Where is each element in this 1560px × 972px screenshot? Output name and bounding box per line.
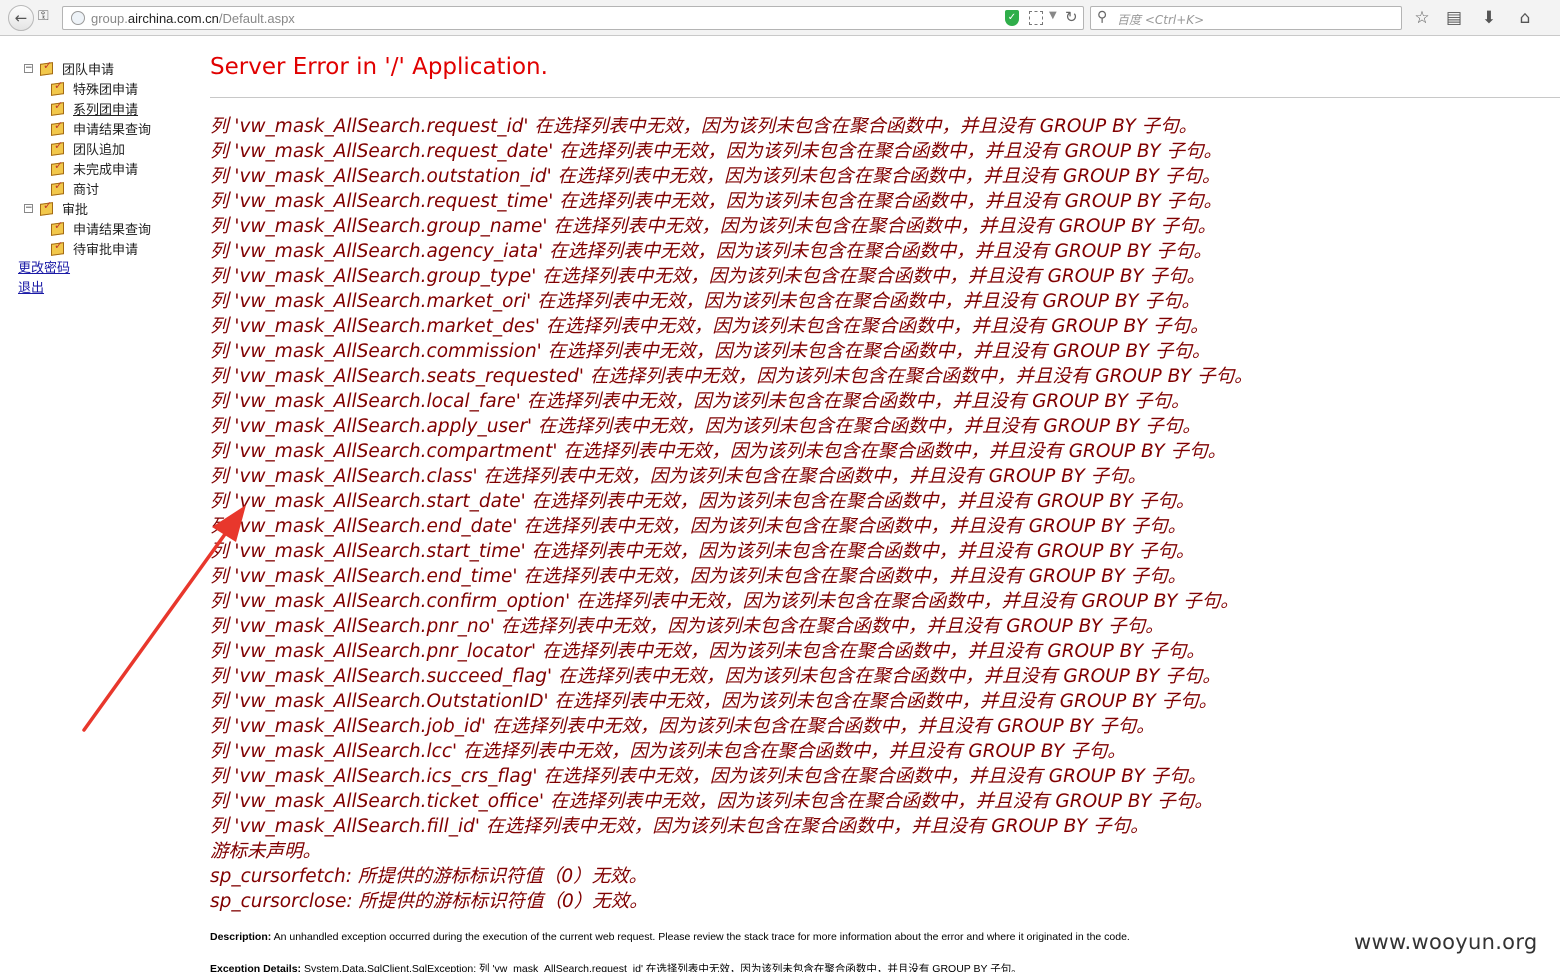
globe-icon <box>71 11 85 25</box>
error-line: 列 'vw_mask_AllSearch.end_date' 在选择列表中无效，… <box>210 516 1187 537</box>
error-line: 列 'vw_mask_AllSearch.group_type' 在选择列表中无… <box>210 266 1205 287</box>
error-line: 列 'vw_mask_AllSearch.market_des' 在选择列表中无… <box>210 316 1209 337</box>
chevron-down-icon[interactable]: ▼ <box>1049 10 1057 21</box>
qr-code-icon[interactable] <box>1029 11 1043 25</box>
browser-toolbar: ← ⚿ group.airchina.com.cn/Default.aspx ✓… <box>0 0 1560 36</box>
tree-item-label[interactable]: 申请结果查询 <box>73 219 151 238</box>
watermark: www.wooyun.org <box>1354 930 1538 954</box>
tree-item[interactable]: ✓ 申请结果查询 <box>50 218 151 238</box>
error-line: sp_cursorfetch: 所提供的游标标识符值（0）无效。 <box>210 866 648 887</box>
search-icon: ⚲ <box>1097 9 1108 25</box>
tree-item-label[interactable]: 团队追加 <box>73 139 125 158</box>
gift-box-icon: ✓ <box>50 219 67 236</box>
star-icon[interactable]: ☆ <box>1410 6 1434 30</box>
error-line: 列 'vw_mask_AllSearch.job_id' 在选择列表中无效，因为… <box>210 716 1155 737</box>
home-icon[interactable]: ⌂ <box>1513 6 1537 30</box>
description-text: An unhandled exception occurred during t… <box>271 931 1130 943</box>
tree-item-label[interactable]: 商讨 <box>73 179 99 198</box>
url-text[interactable]: group.airchina.com.cn/Default.aspx <box>91 11 295 26</box>
error-line: 列 'vw_mask_AllSearch.pnr_no' 在选择列表中无效，因为… <box>210 616 1164 637</box>
error-line: 列 'vw_mask_AllSearch.start_date' 在选择列表中无… <box>210 491 1195 512</box>
gift-box-icon: ✓ <box>50 119 67 136</box>
error-line: 列 'vw_mask_AllSearch.request_id' 在选择列表中无… <box>210 116 1198 137</box>
collapse-icon[interactable]: − <box>24 203 33 213</box>
address-bar[interactable]: group.airchina.com.cn/Default.aspx ✓ ▼ ↻ <box>62 6 1084 30</box>
change-password-link[interactable]: 更改密码 <box>18 257 70 276</box>
gift-box-icon: ✓ <box>39 59 56 76</box>
gift-box-icon: ✓ <box>50 139 67 156</box>
tree-group-label[interactable]: 审批 <box>62 199 88 218</box>
gift-box-icon: ✓ <box>50 239 67 256</box>
gift-box-icon: ✓ <box>39 199 56 216</box>
url-host: airchina.com.cn <box>127 11 219 26</box>
tree-item-label[interactable]: 申请结果查询 <box>73 119 151 138</box>
error-line: 列 'vw_mask_AllSearch.ticket_office' 在选择列… <box>210 791 1213 812</box>
error-line: 列 'vw_mask_AllSearch.local_fare' 在选择列表中无… <box>210 391 1190 412</box>
page-title: Server Error in '/' Application. <box>210 54 548 80</box>
error-line: 列 'vw_mask_AllSearch.seats_requested' 在选… <box>210 366 1253 387</box>
tree-item[interactable]: ✓ 申请结果查询 <box>50 118 151 138</box>
error-line: 列 'vw_mask_AllSearch.start_time' 在选择列表中无… <box>210 541 1195 562</box>
error-line: 游标未声明。 <box>210 841 322 862</box>
divider <box>210 97 1560 98</box>
tree-item-label[interactable]: 特殊团申请 <box>73 79 138 98</box>
tree-item[interactable]: ✓ 商讨 <box>50 178 99 198</box>
download-icon[interactable]: ⬇ <box>1477 6 1501 30</box>
error-line: 列 'vw_mask_AllSearch.succeed_flag' 在选择列表… <box>210 666 1221 687</box>
exception-details: Exception Details: System.Data.SqlClient… <box>210 961 1022 972</box>
error-description: Description: An unhandled exception occu… <box>210 931 1130 943</box>
error-line: 列 'vw_mask_AllSearch.OutstationID' 在选择列表… <box>210 691 1218 712</box>
tree-item-label[interactable]: 系列团申请 <box>73 99 138 118</box>
gift-box-icon: ✓ <box>50 179 67 196</box>
search-placeholder[interactable]: 百度 <Ctrl+K> <box>1117 11 1204 28</box>
error-line: 列 'vw_mask_AllSearch.agency_iata' 在选择列表中… <box>210 241 1212 262</box>
bookmarks-list-icon[interactable]: ▤ <box>1442 6 1466 30</box>
error-line: 列 'vw_mask_AllSearch.pnr_locator' 在选择列表中… <box>210 641 1205 662</box>
error-line: 列 'vw_mask_AllSearch.request_time' 在选择列表… <box>210 191 1223 212</box>
exception-text: System.Data.SqlClient.SqlException: 列 'v… <box>301 963 1022 972</box>
error-line: sp_cursorclose: 所提供的游标标识符值（0）无效。 <box>210 891 648 912</box>
description-label: Description: <box>210 931 272 943</box>
gift-box-icon: ✓ <box>50 99 67 116</box>
gift-box-icon: ✓ <box>50 79 67 96</box>
search-bar[interactable]: ⚲ 百度 <Ctrl+K> <box>1090 6 1402 30</box>
tree-item[interactable]: ✓ 系列团申请 <box>50 98 138 118</box>
reload-icon[interactable]: ↻ <box>1065 8 1078 26</box>
error-line: 列 'vw_mask_AllSearch.request_date' 在选择列表… <box>210 141 1222 162</box>
tree-item-label[interactable]: 待审批申请 <box>73 239 138 258</box>
gift-box-icon: ✓ <box>50 159 67 176</box>
tree-item[interactable]: ✓ 团队追加 <box>50 138 125 158</box>
key-icon[interactable]: ⚿ <box>38 8 56 26</box>
error-line: 列 'vw_mask_AllSearch.ics_crs_flag' 在选择列表… <box>210 766 1207 787</box>
error-line: 列 'vw_mask_AllSearch.class' 在选择列表中无效，因为该… <box>210 466 1147 487</box>
error-line: 列 'vw_mask_AllSearch.confirm_option' 在选择… <box>210 591 1239 612</box>
collapse-icon[interactable]: − <box>24 63 33 73</box>
tree-item-label[interactable]: 未完成申请 <box>73 159 138 178</box>
tree-group-approval[interactable]: − ✓ 审批 <box>24 198 88 218</box>
error-line: 列 'vw_mask_AllSearch.end_time' 在选择列表中无效，… <box>210 566 1187 587</box>
error-line: 列 'vw_mask_AllSearch.commission' 在选择列表中无… <box>210 341 1211 362</box>
error-line: 列 'vw_mask_AllSearch.market_ori' 在选择列表中无… <box>210 291 1200 312</box>
error-line: 列 'vw_mask_AllSearch.compartment' 在选择列表中… <box>210 441 1227 462</box>
shield-icon[interactable]: ✓ <box>1005 10 1019 26</box>
error-line: 列 'vw_mask_AllSearch.outstation_id' 在选择列… <box>210 166 1221 187</box>
arrow-shaft <box>82 528 230 732</box>
tree-group-label[interactable]: 团队申请 <box>62 59 114 78</box>
tree-group-team-apply[interactable]: − ✓ 团队申请 <box>24 58 114 78</box>
error-line: 列 'vw_mask_AllSearch.fill_id' 在选择列表中无效，因… <box>210 816 1149 837</box>
error-line: 列 'vw_mask_AllSearch.lcc' 在选择列表中无效，因为该列未… <box>210 741 1126 762</box>
exception-label: Exception Details: <box>210 963 302 972</box>
error-line: 列 'vw_mask_AllSearch.apply_user' 在选择列表中无… <box>210 416 1201 437</box>
back-arrow-icon[interactable]: ← <box>8 5 34 31</box>
error-line: 列 'vw_mask_AllSearch.group_name' 在选择列表中无… <box>210 216 1217 237</box>
logout-link[interactable]: 退出 <box>18 277 44 296</box>
tree-item[interactable]: ✓ 特殊团申请 <box>50 78 138 98</box>
tree-item[interactable]: ✓ 待审批申请 <box>50 238 138 258</box>
tree-item[interactable]: ✓ 未完成申请 <box>50 158 138 178</box>
